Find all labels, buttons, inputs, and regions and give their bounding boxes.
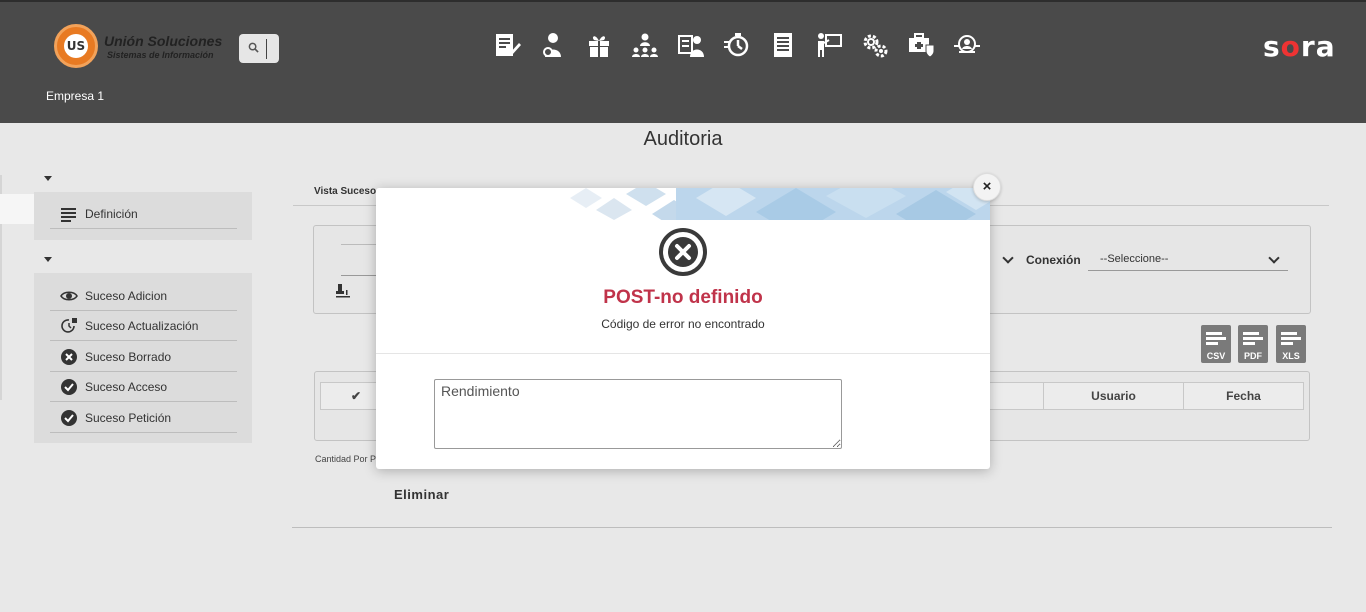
id-card-person-icon[interactable] — [677, 31, 705, 59]
conexion-label: Conexión — [1026, 253, 1081, 267]
export-pdf-button[interactable]: PDF — [1238, 325, 1268, 363]
modal-subtitle: Código de error no encontrado — [601, 317, 765, 331]
x-circle-icon — [61, 349, 77, 365]
error-x-circle-icon — [659, 228, 707, 276]
modal-banner-decoration — [556, 188, 990, 220]
export-csv-button[interactable]: CSV — [1201, 325, 1231, 363]
company-logo[interactable]: US Unión Soluciones Sistemas de Informac… — [54, 24, 224, 70]
table-header-usuario[interactable]: Usuario — [1043, 382, 1184, 410]
logo-title: Unión Soluciones — [104, 33, 223, 49]
clock-refresh-icon — [61, 318, 77, 333]
eye-icon — [60, 291, 78, 301]
field-underline — [341, 244, 381, 245]
details-textarea[interactable]: Rendimiento — [434, 379, 842, 449]
search-button[interactable] — [239, 34, 279, 63]
check-circle-icon — [61, 410, 77, 426]
sidebar-group-sucesos: Suceso Adicion Suceso Actualización Suce… — [34, 273, 252, 443]
company-name[interactable]: Empresa 1 — [46, 89, 104, 103]
modal-divider — [376, 353, 990, 354]
export-xls-button[interactable]: XLS — [1276, 325, 1306, 363]
sidebar-item-label: Suceso Acceso — [85, 380, 168, 394]
gift-icon[interactable] — [585, 31, 613, 59]
search-icon — [248, 42, 259, 53]
person-settings-icon[interactable] — [539, 31, 567, 59]
conexion-select-value: --Seleccione-- — [1100, 253, 1169, 265]
export-pdf-label: PDF — [1244, 351, 1262, 361]
vista-suceso-label: Vista Suceso — [314, 186, 377, 197]
chevron-down-icon — [1002, 252, 1014, 264]
clear-filter-icon[interactable] — [335, 283, 351, 299]
error-modal: POST-no definido Código de error no enco… — [376, 188, 990, 469]
conexion-select[interactable]: --Seleccione-- — [1088, 249, 1288, 271]
cantidad-por-pagina-label: Cantidad Por P — [315, 454, 377, 464]
gears-icon[interactable] — [861, 31, 889, 59]
sidebar-group-definicion: Definición — [34, 192, 252, 240]
export-csv-label: CSV — [1206, 351, 1226, 361]
sidebar-item-label: Suceso Adicion — [85, 289, 168, 303]
report-list-icon[interactable] — [769, 31, 797, 59]
organization-icon[interactable] — [631, 31, 659, 59]
table-header-fecha[interactable]: Fecha — [1183, 382, 1304, 410]
eliminar-button[interactable]: Eliminar — [394, 487, 449, 502]
sidebar-item-suceso-actualizacion[interactable]: Suceso Actualización — [50, 310, 237, 341]
top-header: US Unión Soluciones Sistemas de Informac… — [0, 0, 1366, 123]
sidebar-item-suceso-borrado[interactable]: Suceso Borrado — [50, 341, 237, 372]
filter-dropdown[interactable] — [996, 249, 1022, 271]
page-title: Auditoria — [643, 128, 723, 150]
collapse-caret-icon[interactable] — [44, 257, 52, 262]
sidebar-edge-tab[interactable] — [0, 194, 34, 224]
user-search-icon[interactable] — [953, 31, 981, 59]
sara-brand-logo: sora — [1263, 30, 1336, 63]
medical-kit-shield-icon[interactable] — [907, 31, 935, 59]
document-edit-icon[interactable] — [493, 31, 521, 59]
logo-emblem: US — [54, 24, 98, 68]
sidebar-item-label: Suceso Actualización — [85, 319, 199, 333]
modal-close-button[interactable]: × — [973, 173, 1001, 201]
search-caret — [266, 39, 267, 59]
sidebar-item-label: Definición — [85, 207, 138, 221]
stopwatch-icon[interactable] — [723, 31, 751, 59]
modal-title: POST-no definido — [603, 287, 763, 308]
sidebar-item-suceso-peticion[interactable]: Suceso Petición — [50, 402, 237, 433]
sidebar-item-suceso-acceso[interactable]: Suceso Acceso — [50, 371, 237, 402]
divider — [292, 527, 1332, 528]
collapse-caret-icon[interactable] — [44, 176, 52, 181]
list-icon — [61, 208, 76, 222]
sidebar-item-definicion[interactable]: Definición — [50, 198, 237, 229]
sidebar-item-label: Suceso Petición — [85, 411, 172, 425]
table-header-blank — [990, 382, 1044, 410]
sidebar-item-suceso-adicion[interactable]: Suceso Adicion — [50, 280, 237, 311]
export-xls-label: XLS — [1282, 351, 1300, 361]
sidebar-item-label: Suceso Borrado — [85, 350, 172, 364]
field-underline — [341, 275, 381, 276]
logo-mark: US — [64, 34, 88, 58]
chevron-down-icon — [1268, 252, 1280, 264]
presentation-icon[interactable] — [815, 31, 843, 59]
logo-subtitle: Sistemas de Información — [107, 50, 214, 60]
check-circle-icon — [61, 379, 77, 395]
